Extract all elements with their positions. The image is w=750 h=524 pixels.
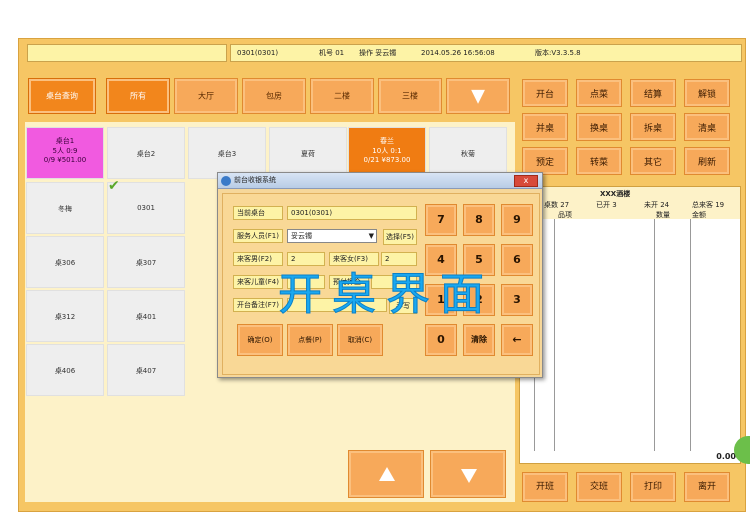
divider <box>690 219 691 451</box>
merge-table-button[interactable]: 并桌 <box>522 113 568 141</box>
select-staff-button[interactable]: 选择(F5) <box>383 229 417 245</box>
filter-hall[interactable]: 大厅 <box>174 78 238 114</box>
split-table-button[interactable]: 拆桌 <box>630 113 676 141</box>
print-button[interactable]: 打印 <box>630 472 676 502</box>
table-tile[interactable]: 桌306 <box>26 236 104 288</box>
order-dish-dialog-button[interactable]: 点餐(P) <box>287 324 333 356</box>
table-tile[interactable]: 桌407 <box>107 344 185 396</box>
datetime: 2014.05.26 16:56:08 <box>421 49 495 57</box>
version: 版本:V3.3.5.8 <box>535 49 581 57</box>
col-amount: 金额 <box>692 211 706 219</box>
table-tile[interactable]: 冬梅 <box>26 182 104 234</box>
filter-floor-2[interactable]: 二楼 <box>310 78 374 114</box>
arrow-up-icon <box>379 467 395 481</box>
table-query-button[interactable]: 桌台查询 <box>28 78 96 114</box>
restaurant-name: XXX酒楼 <box>600 190 631 198</box>
checkout-button[interactable]: 结算 <box>630 79 676 107</box>
col-item: 品项 <box>558 211 572 219</box>
app-icon <box>221 176 231 186</box>
table-code: 0301(0301) <box>237 49 279 57</box>
stat-guests: 总来客 19 <box>692 201 725 209</box>
chevron-down-icon: ▼ <box>471 85 485 107</box>
filter-floor-3[interactable]: 三楼 <box>378 78 442 114</box>
cancel-button[interactable]: 取消(C) <box>337 324 383 356</box>
table-label: 当前桌台 <box>233 206 283 220</box>
male-guests-label: 来客男(F2) <box>233 252 283 266</box>
unlock-button[interactable]: 解锁 <box>684 79 730 107</box>
stat-open: 已开 3 <box>596 201 617 209</box>
order-total: 0.00 <box>716 452 736 461</box>
watermark-text: 开桌界面 <box>278 269 494 321</box>
key-7[interactable]: 7 <box>425 204 457 236</box>
leave-button[interactable]: 离开 <box>684 472 730 502</box>
table-tile[interactable]: 桌台1 5人 0:9 0/9 ¥501.00 <box>26 127 104 179</box>
staff-select[interactable]: 妥云镯 ▼ <box>287 229 377 243</box>
page-up-button[interactable] <box>348 450 424 498</box>
close-button[interactable]: x <box>514 175 538 187</box>
table-tile[interactable]: 桌312 <box>26 290 104 342</box>
clear-key[interactable]: 清除 <box>463 324 495 356</box>
order-panel: XXX酒楼 桌数 27 已开 3 未开 24 总来客 19 品项 数量 金额 0… <box>519 186 741 464</box>
table-tile[interactable]: 桌台2 <box>107 127 185 179</box>
table-tile[interactable]: 桌406 <box>26 344 104 396</box>
confirm-button[interactable]: 确定(O) <box>237 324 283 356</box>
reserve-button[interactable]: 预定 <box>522 147 568 175</box>
operator: 操作 妥云镯 <box>359 49 397 57</box>
clear-table-button[interactable]: 清桌 <box>684 113 730 141</box>
info-bar: 0301(0301) 机号 01 操作 妥云镯 2014.05.26 16:56… <box>230 44 742 62</box>
table-tile[interactable]: 桌307 <box>107 236 185 288</box>
other-button[interactable]: 其它 <box>630 147 676 175</box>
chevron-down-icon: ▼ <box>368 232 374 240</box>
machine-id: 机号 01 <box>319 49 345 57</box>
refresh-button[interactable]: 刷新 <box>684 147 730 175</box>
open-table-button[interactable]: 开台 <box>522 79 568 107</box>
dialog-titlebar: 前台收银系统 x <box>218 173 542 189</box>
filter-private-room[interactable]: 包房 <box>242 78 306 114</box>
stat-total: 桌数 27 <box>544 201 570 209</box>
divider <box>654 219 655 451</box>
filter-more-button[interactable]: ▼ <box>446 78 510 114</box>
key-0[interactable]: 0 <box>425 324 457 356</box>
note-label: 开台备注(F7) <box>233 298 283 312</box>
order-header: XXX酒楼 桌数 27 已开 3 未开 24 总来客 19 品项 数量 金额 <box>520 187 740 219</box>
hand-over-button[interactable]: 交班 <box>576 472 622 502</box>
start-shift-button[interactable]: 开班 <box>522 472 568 502</box>
filter-all[interactable]: 所有 <box>106 78 170 114</box>
col-qty: 数量 <box>656 211 670 219</box>
title-box <box>27 44 227 62</box>
key-3[interactable]: 3 <box>501 284 533 316</box>
table-tile[interactable]: 桌401 <box>107 290 185 342</box>
staff-label: 服务人员(F1) <box>233 229 283 243</box>
key-6[interactable]: 6 <box>501 244 533 276</box>
child-guests-label: 来客儿童(F4) <box>233 275 283 289</box>
transfer-dish-button[interactable]: 转菜 <box>576 147 622 175</box>
table-field[interactable]: 0301(0301) <box>287 206 417 220</box>
page-down-button[interactable] <box>430 450 506 498</box>
dialog-title: 前台收银系统 <box>234 176 276 184</box>
change-table-button[interactable]: 换桌 <box>576 113 622 141</box>
key-8[interactable]: 8 <box>463 204 495 236</box>
checkmark-icon: ✔ <box>108 178 120 194</box>
top-bar: 0301(0301) 机号 01 操作 妥云镯 2014.05.26 16:56… <box>22 42 742 64</box>
divider <box>554 219 555 451</box>
stat-unopen: 未开 24 <box>644 201 670 209</box>
order-dish-button[interactable]: 点菜 <box>576 79 622 107</box>
key-9[interactable]: 9 <box>501 204 533 236</box>
backspace-key[interactable]: ← <box>501 324 533 356</box>
arrow-down-icon <box>461 469 477 483</box>
